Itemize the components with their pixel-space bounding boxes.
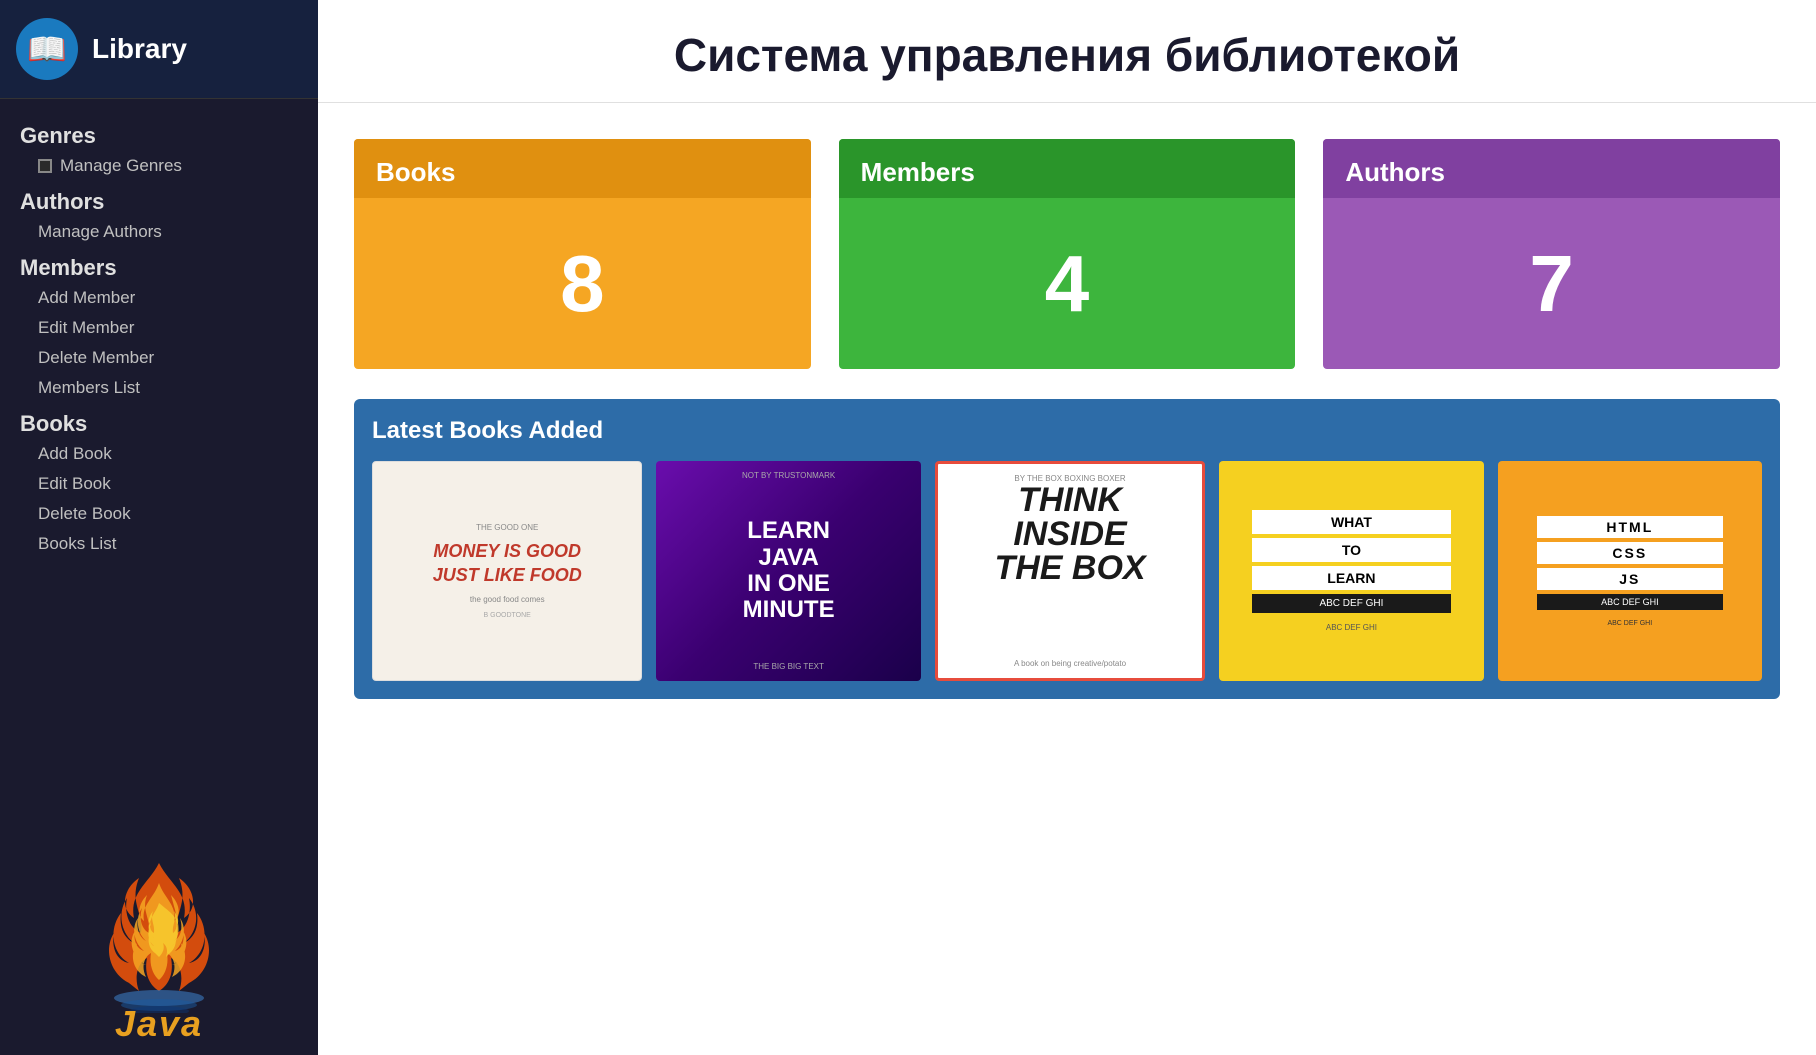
java-logo-section: Java (0, 843, 318, 1055)
sidebar-item-edit-member[interactable]: Edit Member (0, 313, 318, 343)
sidebar-item-add-book[interactable]: Add Book (0, 439, 318, 469)
book1-subtitle-top: THE GOOD ONE (476, 523, 538, 532)
book-cover-what[interactable]: WHAT TO LEARN ABC DEF GHI ABC DEF GHI (1219, 461, 1483, 681)
edit-member-label: Edit Member (38, 318, 134, 338)
edit-book-label: Edit Book (38, 474, 111, 494)
sidebar: 📖 Library Genres Manage Genres Authors M… (0, 0, 318, 1055)
book-cover-think[interactable]: BY THE BOX BOXING BOXER THINKINSIDETHE B… (935, 461, 1205, 681)
book4-line-2: TO (1252, 538, 1451, 562)
books-stat-body: 8 (354, 198, 811, 369)
sidebar-item-genres[interactable]: Genres (0, 115, 318, 151)
sidebar-item-delete-book[interactable]: Delete Book (0, 499, 318, 529)
members-list-label: Members List (38, 378, 140, 398)
members-count: 4 (1045, 238, 1090, 330)
add-book-label: Add Book (38, 444, 112, 464)
sidebar-logo: 📖 (16, 18, 78, 80)
java-text-label: Java (115, 1003, 203, 1045)
books-row: THE GOOD ONE MONEY IS GOODJUST LIKE FOOD… (372, 461, 1762, 681)
sidebar-item-members[interactable]: Members (0, 247, 318, 283)
book5-content: HTML CSS JS ABC DEF GHI ABC DEF GHI (1506, 516, 1754, 627)
authors-stat-card: Authors 7 (1323, 139, 1780, 369)
book-icon: 📖 (27, 30, 67, 68)
book-cover-java[interactable]: NOT BY TRUSTONMARK LEARNJAVAIN ONEMINUTE… (656, 461, 920, 681)
book4-content: WHAT TO LEARN ABC DEF GHI ABC DEF GHI (1227, 510, 1475, 632)
book5-line-1: HTML (1537, 516, 1723, 538)
latest-books-title: Latest Books Added (372, 417, 1762, 445)
book1-desc: the good food comes (470, 595, 545, 604)
sidebar-item-delete-member[interactable]: Delete Member (0, 343, 318, 373)
add-member-label: Add Member (38, 288, 135, 308)
book4-line-1: WHAT (1252, 510, 1451, 534)
delete-member-label: Delete Member (38, 348, 154, 368)
delete-book-label: Delete Book (38, 504, 131, 524)
book2-bottom-text: THE BIG BIG TEXT (753, 662, 824, 671)
main-header: Система управления библиотекой (318, 0, 1816, 103)
book3-subtitle: A book on being creative/potato (946, 659, 1194, 668)
sidebar-item-books-list[interactable]: Books List (0, 529, 318, 559)
sidebar-item-members-list[interactable]: Members List (0, 373, 318, 403)
book1-author: B GOODTONE (484, 612, 531, 619)
book5-dark: ABC DEF GHI (1537, 594, 1723, 610)
sidebar-item-add-member[interactable]: Add Member (0, 283, 318, 313)
sidebar-item-books[interactable]: Books (0, 403, 318, 439)
book1-title: MONEY IS GOODJUST LIKE FOOD (433, 540, 582, 587)
members-stat-card: Members 4 (839, 139, 1296, 369)
sidebar-header: 📖 Library (0, 0, 318, 99)
books-count: 8 (560, 238, 605, 330)
authors-count: 7 (1529, 238, 1574, 330)
members-stat-header: Members (839, 139, 1296, 198)
sidebar-item-manage-authors[interactable]: Manage Authors (0, 217, 318, 247)
sidebar-title: Library (92, 33, 187, 65)
manage-genres-label: Manage Genres (60, 156, 182, 176)
book2-top-text: NOT BY TRUSTONMARK (742, 471, 835, 480)
books-stat-header: Books (354, 139, 811, 198)
sidebar-nav: Genres Manage Genres Authors Manage Auth… (0, 99, 318, 843)
book5-author: ABC DEF GHI (1607, 620, 1652, 627)
stats-section: Books 8 Members 4 Authors 7 (318, 103, 1816, 389)
book-cover-html[interactable]: HTML CSS JS ABC DEF GHI ABC DEF GHI (1498, 461, 1762, 681)
book5-line-2: CSS (1537, 542, 1723, 564)
page-title: Система управления библиотекой (358, 28, 1776, 82)
checkbox-icon (38, 159, 52, 173)
book4-author: ABC DEF GHI (1326, 623, 1377, 632)
sidebar-item-edit-book[interactable]: Edit Book (0, 469, 318, 499)
latest-books-section: Latest Books Added THE GOOD ONE MONEY IS… (354, 399, 1780, 699)
manage-authors-label: Manage Authors (38, 222, 162, 242)
sidebar-item-authors[interactable]: Authors (0, 181, 318, 217)
main-content: Система управления библиотекой Books 8 M… (318, 0, 1816, 1055)
authors-stat-body: 7 (1323, 198, 1780, 369)
java-flame-icon (89, 853, 229, 1013)
book-cover-money[interactable]: THE GOOD ONE MONEY IS GOODJUST LIKE FOOD… (372, 461, 642, 681)
book3-title: THINKINSIDETHE BOX (946, 483, 1194, 585)
book5-line-3: JS (1537, 568, 1723, 590)
book4-dark: ABC DEF GHI (1252, 594, 1451, 613)
authors-stat-header: Authors (1323, 139, 1780, 198)
members-stat-body: 4 (839, 198, 1296, 369)
books-list-label: Books List (38, 534, 116, 554)
book2-title: LEARNJAVAIN ONEMINUTE (743, 518, 835, 624)
sidebar-item-manage-genres[interactable]: Manage Genres (0, 151, 318, 181)
books-stat-card: Books 8 (354, 139, 811, 369)
book4-line-3: LEARN (1252, 566, 1451, 590)
